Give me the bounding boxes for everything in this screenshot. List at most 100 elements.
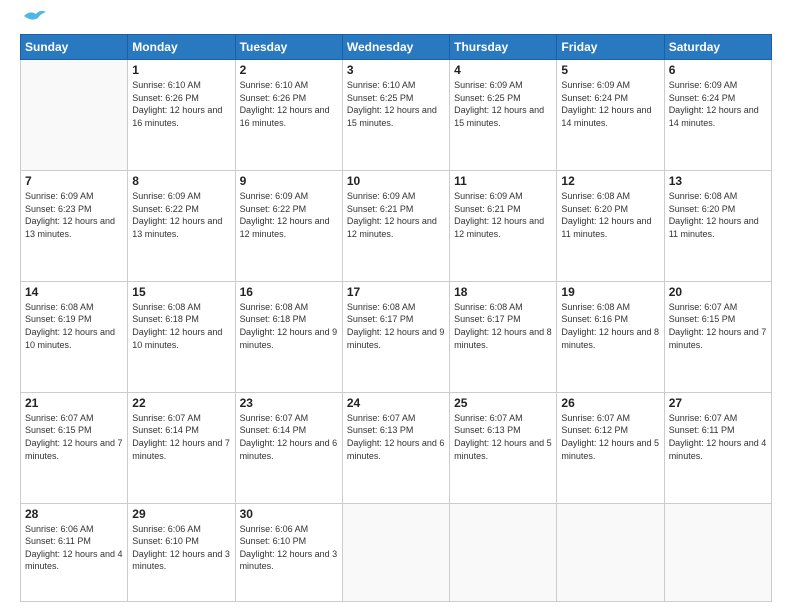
day-number: 13 (669, 174, 767, 188)
day-info: Sunrise: 6:08 AMSunset: 6:17 PMDaylight:… (347, 301, 445, 351)
weekday-header-tuesday: Tuesday (235, 35, 342, 60)
calendar-cell: 24 Sunrise: 6:07 AMSunset: 6:13 PMDayligh… (342, 392, 449, 503)
calendar-cell: 6Sunrise: 6:09 AMSunset: 6:24 PMDaylight… (664, 60, 771, 171)
calendar-cell: 22Sunrise: 6:07 AMSunset: 6:14 PMDayligh… (128, 392, 235, 503)
calendar-cell: 20Sunrise: 6:07 AMSunset: 6:15 PMDayligh… (664, 281, 771, 392)
day-number: 2 (240, 63, 338, 77)
calendar-cell (342, 503, 449, 601)
day-info: Sunrise: 6:09 AMSunset: 6:25 PMDaylight:… (454, 79, 552, 129)
day-info: Sunrise: 6:08 AMSunset: 6:18 PMDaylight:… (132, 301, 230, 351)
calendar-cell (450, 503, 557, 601)
day-number: 17 (347, 285, 445, 299)
weekday-header-sunday: Sunday (21, 35, 128, 60)
calendar-cell: 3Sunrise: 6:10 AMSunset: 6:25 PMDaylight… (342, 60, 449, 171)
day-number: 12 (561, 174, 659, 188)
day-number: 28 (25, 507, 123, 521)
day-info: Sunrise: 6:09 AMSunset: 6:24 PMDaylight:… (561, 79, 659, 129)
weekday-header-friday: Friday (557, 35, 664, 60)
logo (20, 18, 46, 26)
day-number: 10 (347, 174, 445, 188)
day-info: Sunrise: 6:06 AMSunset: 6:11 PMDaylight:… (25, 523, 123, 573)
day-number: 29 (132, 507, 230, 521)
weekday-header-monday: Monday (128, 35, 235, 60)
calendar-cell: 28 Sunrise: 6:06 AMSunset: 6:11 PMDayligh… (21, 503, 128, 601)
day-info: Sunrise: 6:10 AMSunset: 6:25 PMDaylight:… (347, 79, 445, 129)
day-number: 9 (240, 174, 338, 188)
calendar-cell: 16 Sunrise: 6:08 AMSunset: 6:18 PMDayligh… (235, 281, 342, 392)
day-number: 18 (454, 285, 552, 299)
calendar-week-row: 1Sunrise: 6:10 AMSunset: 6:26 PMDaylight… (21, 60, 772, 171)
calendar-cell: 26 Sunrise: 6:07 AMSunset: 6:12 PMDayligh… (557, 392, 664, 503)
calendar-cell (557, 503, 664, 601)
day-info: Sunrise: 6:06 AMSunset: 6:10 PMDaylight:… (240, 523, 338, 573)
day-info: Sunrise: 6:07 AMSunset: 6:14 PMDaylight:… (240, 412, 338, 462)
calendar-cell: 21 Sunrise: 6:07 AMSunset: 6:15 PMDayligh… (21, 392, 128, 503)
calendar-table: SundayMondayTuesdayWednesdayThursdayFrid… (20, 34, 772, 602)
calendar-cell: 25 Sunrise: 6:07 AMSunset: 6:13 PMDayligh… (450, 392, 557, 503)
day-info: Sunrise: 6:09 AMSunset: 6:22 PMDaylight:… (132, 190, 230, 240)
day-info: Sunrise: 6:09 AMSunset: 6:22 PMDaylight:… (240, 190, 338, 240)
calendar-cell: 23Sunrise: 6:07 AMSunset: 6:14 PMDayligh… (235, 392, 342, 503)
calendar-cell: 7 Sunrise: 6:09 AMSunset: 6:23 PMDaylight… (21, 170, 128, 281)
calendar-cell: 11Sunrise: 6:09 AMSunset: 6:21 PMDayligh… (450, 170, 557, 281)
day-info: Sunrise: 6:07 AMSunset: 6:13 PMDaylight:… (454, 412, 552, 462)
calendar-cell: 17 Sunrise: 6:08 AMSunset: 6:17 PMDayligh… (342, 281, 449, 392)
calendar-week-row: 28 Sunrise: 6:06 AMSunset: 6:11 PMDayligh… (21, 503, 772, 601)
day-number: 8 (132, 174, 230, 188)
day-info: Sunrise: 6:09 AMSunset: 6:23 PMDaylight:… (25, 190, 123, 240)
day-number: 19 (561, 285, 659, 299)
day-info: Sunrise: 6:08 AMSunset: 6:16 PMDaylight:… (561, 301, 659, 351)
day-number: 16 (240, 285, 338, 299)
calendar-cell: 18 Sunrise: 6:08 AMSunset: 6:17 PMDayligh… (450, 281, 557, 392)
day-info: Sunrise: 6:07 AMSunset: 6:11 PMDaylight:… (669, 412, 767, 462)
day-info: Sunrise: 6:08 AMSunset: 6:18 PMDaylight:… (240, 301, 338, 351)
calendar-cell: 19 Sunrise: 6:08 AMSunset: 6:16 PMDayligh… (557, 281, 664, 392)
day-info: Sunrise: 6:07 AMSunset: 6:12 PMDaylight:… (561, 412, 659, 462)
day-number: 7 (25, 174, 123, 188)
day-number: 11 (454, 174, 552, 188)
day-number: 15 (132, 285, 230, 299)
calendar-cell: 10 Sunrise: 6:09 AMSunset: 6:21 PMDayligh… (342, 170, 449, 281)
page: SundayMondayTuesdayWednesdayThursdayFrid… (0, 0, 792, 612)
calendar-week-row: 7 Sunrise: 6:09 AMSunset: 6:23 PMDaylight… (21, 170, 772, 281)
weekday-header-saturday: Saturday (664, 35, 771, 60)
calendar-week-row: 14 Sunrise: 6:08 AMSunset: 6:19 PMDayligh… (21, 281, 772, 392)
calendar-cell: 5 Sunrise: 6:09 AMSunset: 6:24 PMDaylight… (557, 60, 664, 171)
day-info: Sunrise: 6:08 AMSunset: 6:20 PMDaylight:… (561, 190, 659, 240)
logo-bird-icon (22, 8, 46, 26)
calendar-cell: 1Sunrise: 6:10 AMSunset: 6:26 PMDaylight… (128, 60, 235, 171)
day-info: Sunrise: 6:07 AMSunset: 6:15 PMDaylight:… (25, 412, 123, 462)
weekday-header-thursday: Thursday (450, 35, 557, 60)
day-info: Sunrise: 6:07 AMSunset: 6:15 PMDaylight:… (669, 301, 767, 351)
day-number: 30 (240, 507, 338, 521)
day-info: Sunrise: 6:08 AMSunset: 6:20 PMDaylight:… (669, 190, 767, 240)
calendar-cell: 9 Sunrise: 6:09 AMSunset: 6:22 PMDaylight… (235, 170, 342, 281)
header (20, 18, 772, 26)
day-info: Sunrise: 6:09 AMSunset: 6:21 PMDaylight:… (347, 190, 445, 240)
weekday-header-wednesday: Wednesday (342, 35, 449, 60)
weekday-header-row: SundayMondayTuesdayWednesdayThursdayFrid… (21, 35, 772, 60)
day-info: Sunrise: 6:08 AMSunset: 6:17 PMDaylight:… (454, 301, 552, 351)
day-number: 4 (454, 63, 552, 77)
calendar-cell: 27Sunrise: 6:07 AMSunset: 6:11 PMDayligh… (664, 392, 771, 503)
day-number: 22 (132, 396, 230, 410)
calendar-cell: 4 Sunrise: 6:09 AMSunset: 6:25 PMDaylight… (450, 60, 557, 171)
day-number: 5 (561, 63, 659, 77)
day-info: Sunrise: 6:10 AMSunset: 6:26 PMDaylight:… (240, 79, 338, 129)
day-info: Sunrise: 6:07 AMSunset: 6:13 PMDaylight:… (347, 412, 445, 462)
calendar-cell: 8 Sunrise: 6:09 AMSunset: 6:22 PMDaylight… (128, 170, 235, 281)
calendar-cell: 29Sunrise: 6:06 AMSunset: 6:10 PMDayligh… (128, 503, 235, 601)
calendar-cell: 30 Sunrise: 6:06 AMSunset: 6:10 PMDayligh… (235, 503, 342, 601)
calendar-cell (664, 503, 771, 601)
calendar-week-row: 21 Sunrise: 6:07 AMSunset: 6:15 PMDayligh… (21, 392, 772, 503)
day-number: 24 (347, 396, 445, 410)
calendar-cell: 2 Sunrise: 6:10 AMSunset: 6:26 PMDaylight… (235, 60, 342, 171)
day-number: 25 (454, 396, 552, 410)
day-number: 21 (25, 396, 123, 410)
day-number: 6 (669, 63, 767, 77)
day-info: Sunrise: 6:08 AMSunset: 6:19 PMDaylight:… (25, 301, 123, 351)
calendar-cell: 14 Sunrise: 6:08 AMSunset: 6:19 PMDayligh… (21, 281, 128, 392)
day-number: 26 (561, 396, 659, 410)
calendar-cell (21, 60, 128, 171)
day-number: 14 (25, 285, 123, 299)
